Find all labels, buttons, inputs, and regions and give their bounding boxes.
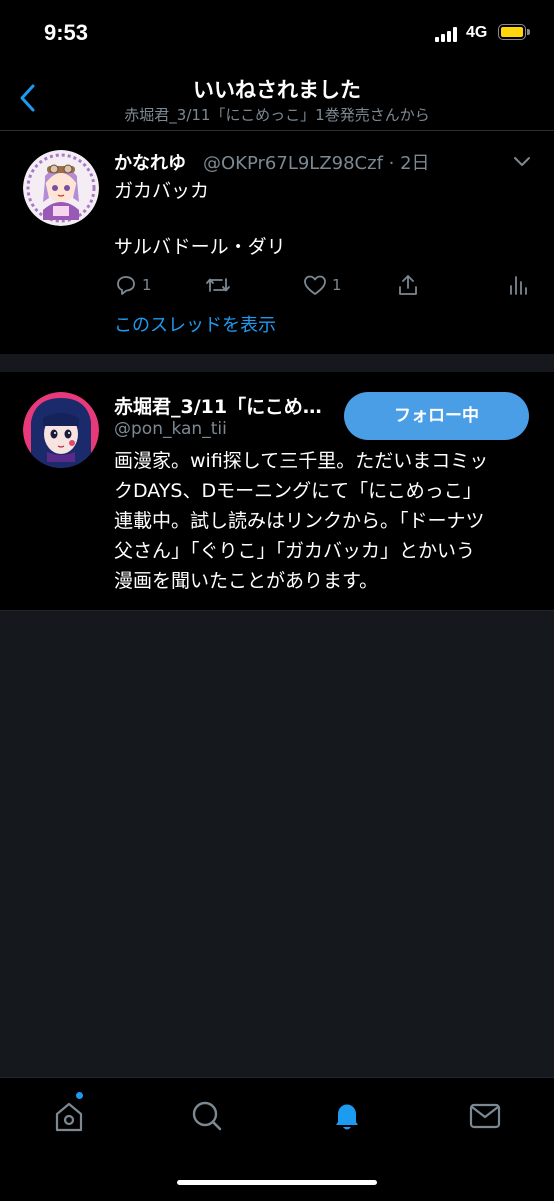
tweet-author-handle: @OKPr67L9LZ98Czf · 2日 (203, 153, 430, 174)
tab-messages[interactable] (465, 1096, 505, 1136)
tweet-text-line: ガカバッカ (114, 180, 210, 202)
user-bio: 画漫家。wifi探して三千里。ただいまコミッ クDAYS、Dモーニングにて「にこ… (114, 446, 539, 596)
bio-line: 画漫家。wifi探して三千里。ただいまコミッ (114, 450, 489, 472)
like-button[interactable]: 1 (302, 271, 342, 299)
page-title: いいねされました (193, 78, 361, 102)
notifications-icon (336, 1104, 358, 1130)
tweet-text-line: サルバドール・ダリ (114, 236, 286, 258)
search-icon (192, 1101, 222, 1131)
page-subtitle: 赤堀君_3/11「にこめっこ」1巻発売さんから (124, 106, 430, 124)
bio-line: 連載中。試し読みはリンクから。「ドーナツ (114, 510, 485, 532)
battery-icon (498, 24, 526, 40)
user-avatar[interactable] (23, 392, 99, 468)
tab-notifications[interactable] (327, 1096, 367, 1136)
heart-icon (304, 275, 326, 295)
show-thread-link[interactable]: このスレッドを表示 (114, 311, 276, 337)
status-time: 9:53 (44, 20, 89, 45)
analytics-button[interactable] (506, 271, 530, 299)
signal-icon (435, 26, 461, 42)
user-handle: @pon_kan_tii (114, 419, 227, 439)
share-icon (399, 275, 417, 295)
section-divider (0, 354, 554, 372)
home-indicator[interactable] (177, 1180, 377, 1185)
network-type: 4G (466, 24, 488, 41)
tab-search[interactable] (187, 1096, 227, 1136)
bio-line: クDAYS、Dモーニングにて「にこめっこ」 (114, 480, 482, 502)
header: いいねされました 赤堀君_3/11「にこめっこ」1巻発売さんから (0, 66, 554, 131)
tweet-text-line (114, 205, 286, 233)
reply-icon (117, 276, 135, 295)
tweet-actions: 1 1 (114, 271, 534, 299)
tweet-author-name[interactable]: かなれゆ (114, 149, 186, 175)
tab-home[interactable] (49, 1096, 89, 1136)
bio-line: 父さん」「ぐりこ」「ガカバッカ」とかいう (114, 540, 476, 562)
user-card[interactable]: 赤堀君_3/11「にこめ… @pon_kan_tii フォロー中 画漫家。wif… (0, 372, 554, 611)
new-content-dot (76, 1092, 83, 1099)
tweet[interactable]: かなれゆ @OKPr67L9LZ98Czf · 2日 ガカバッカ サルバドール・… (0, 131, 554, 354)
retweet-icon (206, 278, 230, 292)
analytics-icon (510, 276, 527, 295)
status-bar: 9:53 4G (0, 0, 554, 66)
like-count: 1 (332, 276, 342, 294)
user-name[interactable]: 赤堀君_3/11「にこめ… (114, 392, 322, 419)
share-button[interactable] (396, 271, 420, 299)
home-icon (55, 1102, 83, 1132)
battery-nub (527, 29, 530, 35)
bio-line: 漫画を聞いたことがあります。 (114, 570, 379, 592)
tweet-menu-button[interactable] (512, 153, 532, 167)
reply-button[interactable]: 1 (114, 271, 152, 299)
chevron-down-icon (514, 157, 530, 166)
following-button[interactable]: フォロー中 (344, 392, 529, 440)
retweet-button[interactable] (204, 271, 236, 299)
reply-count: 1 (142, 276, 152, 294)
tweet-author-avatar[interactable] (23, 150, 99, 226)
tweet-text: ガカバッカ サルバドール・ダリ (114, 177, 286, 261)
messages-icon (469, 1103, 501, 1129)
